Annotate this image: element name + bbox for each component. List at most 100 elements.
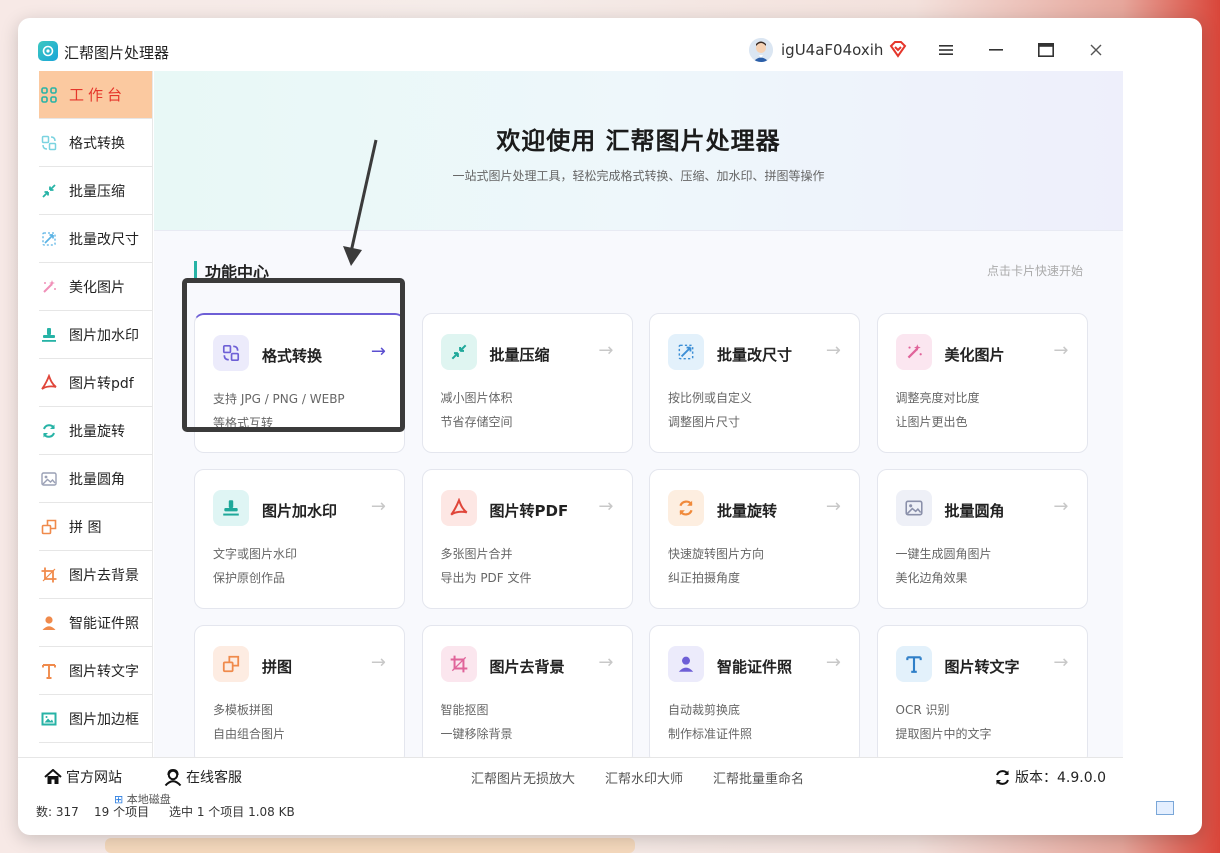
feature-card-0[interactable]: 格式转换 → 支持 JPG / PNG / WEBP 等格式互转 <box>194 313 405 453</box>
card-desc-line1: 自动裁剪换底 <box>668 703 741 717</box>
menu-icon[interactable] <box>936 40 956 60</box>
title-bar: 汇帮图片处理器 igU4aF04oxih <box>18 18 1123 71</box>
main-content: 欢迎使用 汇帮图片处理器 一站式图片处理工具，轻松完成格式转换、压缩、加水印、拼… <box>154 71 1123 765</box>
avatar[interactable] <box>749 38 773 62</box>
sidebar-item-13[interactable]: 图片加边框 <box>39 695 152 743</box>
drive-label: 本地磁盘 <box>126 793 171 806</box>
image-icon <box>40 470 58 488</box>
support-link[interactable]: 在线客服 <box>164 767 242 787</box>
crop-icon <box>440 646 477 682</box>
card-title: 批量改尺寸 <box>717 346 793 364</box>
feature-card-3[interactable]: 美化图片 → 调整亮度对比度 让图片更出色 <box>876 313 1088 453</box>
card-desc-line2: 保护原创作品 <box>213 571 286 585</box>
section-accent-bar <box>194 261 197 279</box>
card-desc-line2: 制作标准证件照 <box>668 727 753 741</box>
card-desc-line1: 一键生成圆角图片 <box>895 547 992 561</box>
link-rename[interactable]: 汇帮批量重命名 <box>713 768 804 787</box>
arrow-right-icon: → <box>825 496 841 517</box>
website-link[interactable]: 官方网站 <box>44 767 122 787</box>
feature-card-7[interactable]: 批量圆角 → 一键生成圆角图片 美化边角效果 <box>876 469 1088 609</box>
arrow-right-icon: → <box>1053 496 1069 517</box>
arrow-right-icon: → <box>598 652 614 673</box>
card-desc-line2: 调整图片尺寸 <box>668 415 741 429</box>
sidebar-item-7[interactable]: 批量旋转 <box>39 407 152 455</box>
magic-wand-icon <box>895 334 932 370</box>
maximize-icon[interactable] <box>1036 40 1056 60</box>
arrow-right-icon: → <box>370 341 386 362</box>
card-desc-line1: OCR 识别 <box>895 703 950 717</box>
crop-icon <box>40 566 58 584</box>
card-desc-line2: 纠正拍摄角度 <box>668 571 741 585</box>
card-title: 格式转换 <box>262 347 323 365</box>
frame-icon <box>40 710 58 728</box>
feature-card-8[interactable]: 拼图 → 多模板拼图 自由组合图片 <box>194 625 405 765</box>
feature-card-5[interactable]: 图片转PDF → 多张图片合并 导出为 PDF 文件 <box>421 469 633 609</box>
sidebar-item-8[interactable]: 批量圆角 <box>39 455 152 503</box>
feature-card-10[interactable]: 智能证件照 → 自动裁剪换底 制作标准证件照 <box>649 625 860 765</box>
sidebar-item-10[interactable]: 图片去背景 <box>39 551 152 599</box>
sidebar-item-11[interactable]: 智能证件照 <box>39 599 152 647</box>
card-desc-line2: 自由组合图片 <box>213 727 286 741</box>
sidebar-item-12[interactable]: 图片转文字 <box>39 647 152 695</box>
close-icon[interactable] <box>1086 40 1106 60</box>
sidebar-item-0[interactable]: 工作台 <box>39 71 152 119</box>
card-desc-line1: 快速旋转图片方向 <box>668 547 765 561</box>
text-icon <box>40 662 58 680</box>
feature-card-6[interactable]: 批量旋转 → 快速旋转图片方向 纠正拍摄角度 <box>649 469 860 609</box>
arrow-right-icon: → <box>825 340 841 361</box>
website-label: 官方网站 <box>66 770 122 786</box>
arrow-right-icon: → <box>1053 340 1069 361</box>
sidebar-item-label: 批量圆角 <box>69 471 125 488</box>
sidebar: 工作台 格式转换 批量压缩 批量改尺寸 美化图片 图片加水印 图片转pdf 批量… <box>39 71 153 757</box>
windows-icon: ⊞ <box>114 793 127 806</box>
link-upscale[interactable]: 汇帮图片无损放大 <box>471 768 575 787</box>
sidebar-item-1[interactable]: 格式转换 <box>39 119 152 167</box>
card-desc-line1: 支持 JPG / PNG / WEBP <box>213 392 345 406</box>
magic-wand-icon <box>40 278 58 296</box>
text-icon <box>895 646 932 682</box>
sidebar-item-label: 批量改尺寸 <box>69 231 139 248</box>
minimize-icon[interactable] <box>986 40 1006 60</box>
headset-icon <box>164 768 182 786</box>
sidebar-item-2[interactable]: 批量压缩 <box>39 167 152 215</box>
card-desc-line2: 让图片更出色 <box>895 415 968 429</box>
sidebar-item-label: 图片去背景 <box>69 567 139 584</box>
sidebar-item-label: 工作台 <box>69 86 127 104</box>
card-title: 美化图片 <box>944 346 1005 364</box>
link-watermark[interactable]: 汇帮水印大师 <box>605 768 683 787</box>
feature-card-2[interactable]: 批量改尺寸 → 按比例或自定义 调整图片尺寸 <box>649 313 860 453</box>
sidebar-item-label: 美化图片 <box>69 279 125 296</box>
resize-icon <box>668 334 704 370</box>
grid-icon <box>40 86 58 104</box>
arrow-right-icon: → <box>598 340 614 361</box>
stamp-icon <box>213 490 249 526</box>
feature-card-4[interactable]: 图片加水印 → 文字或图片水印 保护原创作品 <box>194 469 405 609</box>
sidebar-item-3[interactable]: 批量改尺寸 <box>39 215 152 263</box>
app-window: 汇帮图片处理器 igU4aF04oxih 工作台 格式转换 批量压缩 批量改尺寸… <box>18 18 1202 835</box>
card-desc-line2: 导出为 PDF 文件 <box>440 571 532 585</box>
card-desc-line2: 等格式互转 <box>213 416 274 430</box>
feature-card-11[interactable]: 图片转文字 → OCR 识别 提取图片中的文字 <box>876 625 1088 765</box>
sidebar-item-4[interactable]: 美化图片 <box>39 263 152 311</box>
card-title: 图片转PDF <box>489 502 569 520</box>
image-icon <box>895 490 932 526</box>
compress-icon <box>40 182 58 200</box>
card-desc-line2: 提取图片中的文字 <box>895 727 992 741</box>
sidebar-item-9[interactable]: 拼 图 <box>39 503 152 551</box>
feature-card-9[interactable]: 图片去背景 → 智能抠图 一键移除背景 <box>421 625 633 765</box>
page-title: 欢迎使用 汇帮图片处理器 <box>496 127 781 155</box>
vip-diamond-icon[interactable] <box>889 40 907 62</box>
card-desc-line1: 按比例或自定义 <box>668 391 753 405</box>
app-title: 汇帮图片处理器 <box>64 44 170 62</box>
card-desc-line1: 文字或图片水印 <box>213 547 298 561</box>
puzzle-icon <box>40 518 58 536</box>
person-icon <box>668 646 704 682</box>
card-desc-line1: 调整亮度对比度 <box>895 391 980 405</box>
version-info[interactable]: 版本：4.9.0.0 <box>994 767 1106 787</box>
feature-card-1[interactable]: 批量压缩 → 减小图片体积 节省存储空间 <box>421 313 633 453</box>
user-name[interactable]: igU4aF04oxih <box>781 41 883 59</box>
card-desc-line1: 智能抠图 <box>440 703 489 717</box>
sidebar-item-5[interactable]: 图片加水印 <box>39 311 152 359</box>
details-view-icon[interactable] <box>1156 801 1174 815</box>
sidebar-item-6[interactable]: 图片转pdf <box>39 359 152 407</box>
